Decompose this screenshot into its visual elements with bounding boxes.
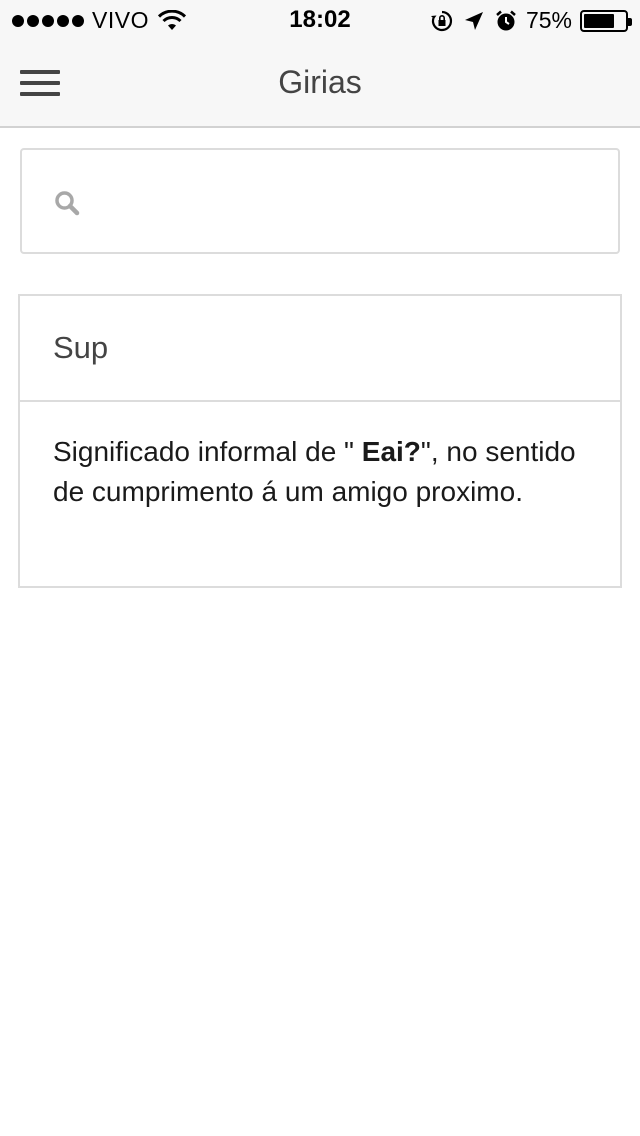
definition-text-start: Significado informal de " — [53, 436, 362, 467]
status-bar-right: 75% — [430, 7, 632, 34]
slang-definition: Significado informal de " Eai?", no sent… — [53, 432, 593, 512]
alarm-icon — [496, 10, 516, 30]
page-title: Girias — [278, 64, 362, 100]
top-area: VIVO 18:02 75% Girias — [0, 0, 640, 128]
search-box[interactable] — [20, 148, 620, 254]
search-input[interactable] — [94, 174, 604, 230]
location-arrow-icon — [464, 11, 483, 30]
battery-icon — [580, 9, 632, 32]
slang-card: Sup Significado informal de " Eai?", no … — [18, 294, 622, 588]
search-icon — [55, 191, 80, 216]
card-header: Sup — [20, 296, 620, 402]
app-header: Girias — [0, 40, 640, 128]
status-bar: VIVO 18:02 75% — [0, 0, 640, 40]
definition-highlight: Eai? — [361, 436, 421, 467]
battery-percent: 75% — [525, 7, 572, 33]
slang-term: Sup — [53, 330, 109, 365]
rotation-lock-icon — [430, 10, 453, 31]
